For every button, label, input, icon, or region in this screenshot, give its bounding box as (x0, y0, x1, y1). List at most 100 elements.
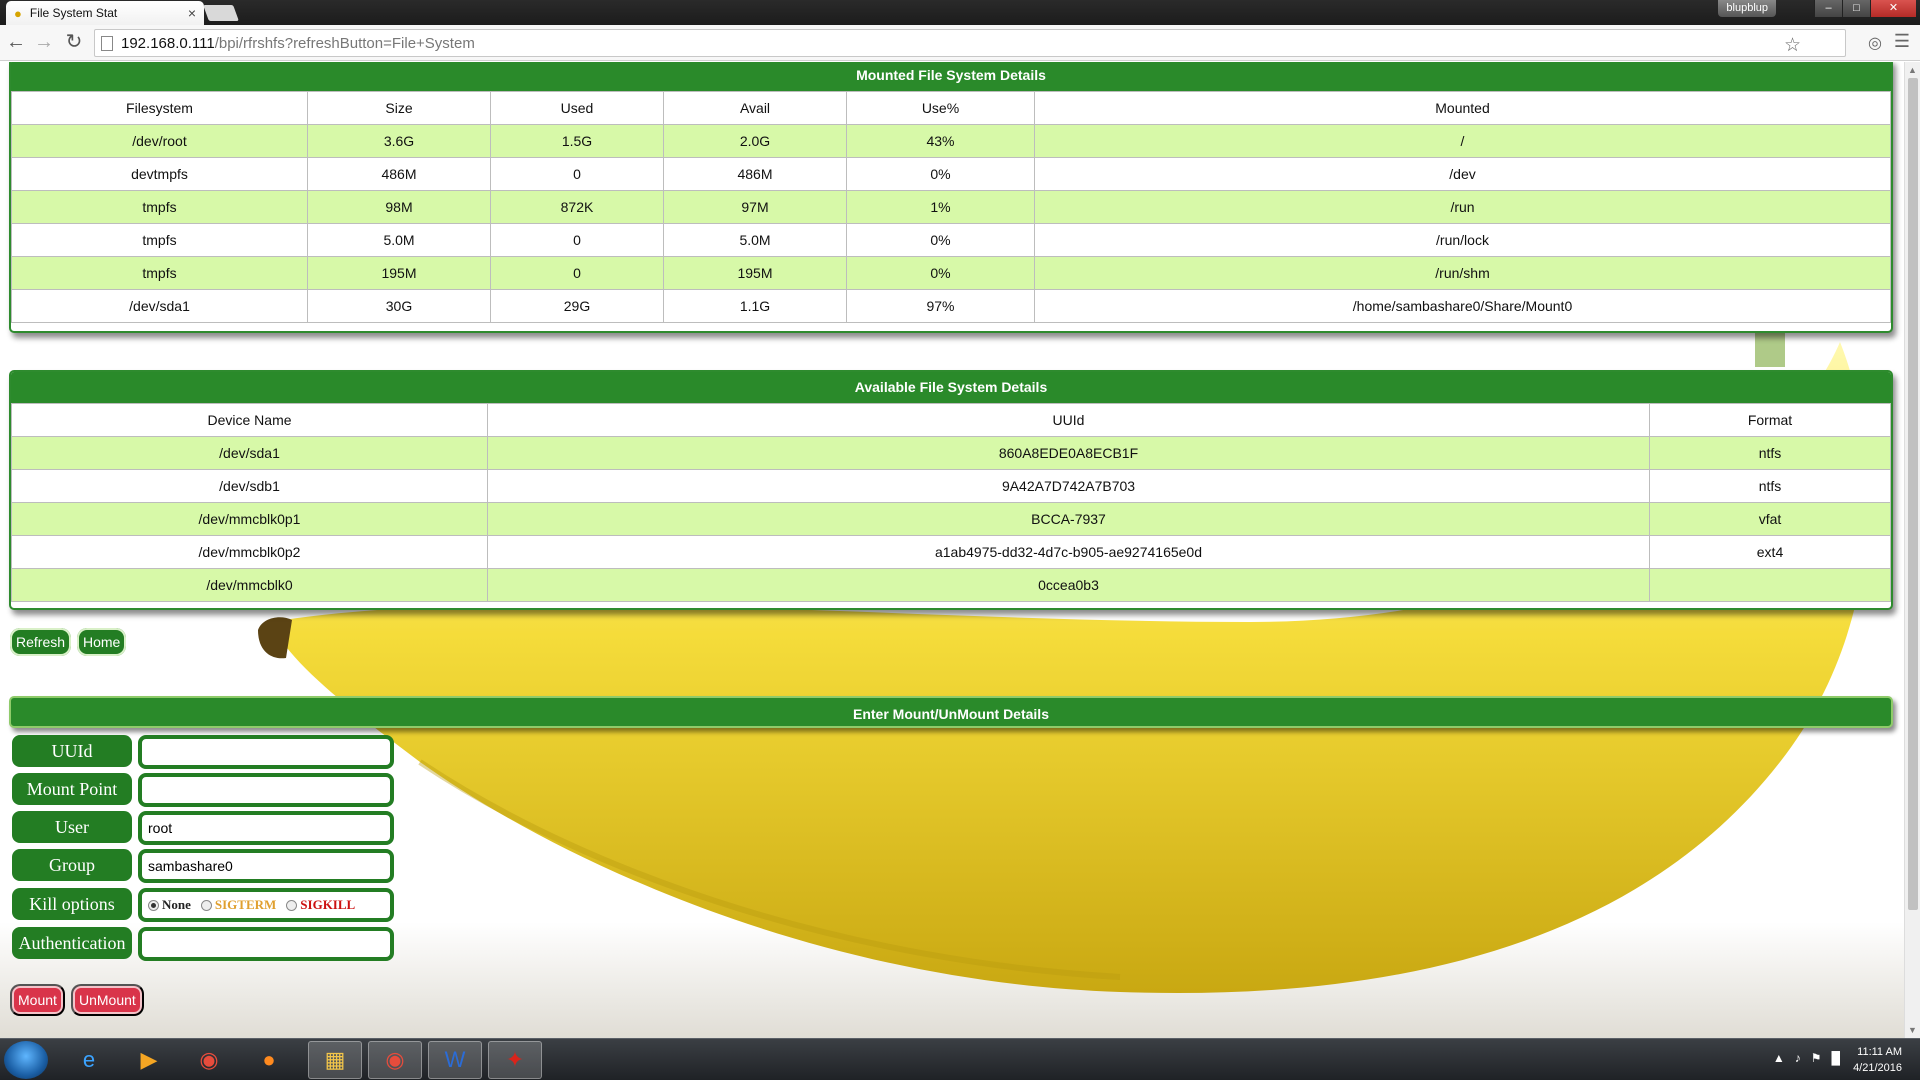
table-cell: tmpfs (11, 190, 308, 224)
scrollbar-thumb[interactable] (1908, 78, 1918, 910)
table-cell: a1ab4975-dd32-4d7c-b905-ae9274165e0d (487, 535, 1650, 569)
table-cell: /run (1034, 190, 1891, 224)
table-cell: 43% (846, 124, 1035, 158)
table-cell (1649, 568, 1891, 602)
table-row: /dev/root 3.6G 1.5G 2.0G 43% / (11, 124, 1891, 158)
table-row: tmpfs 98M 872K 97M 1% /run (11, 190, 1891, 224)
internet-explorer-icon[interactable]: e (62, 1041, 116, 1079)
table-cell: /home/sambashare0/Share/Mount0 (1034, 289, 1891, 323)
kill-options-label: Kill options (12, 888, 132, 920)
table-row: /dev/mmcblk0 0ccea0b3 (11, 568, 1891, 602)
kill-none-radio[interactable] (148, 899, 159, 911)
table-cell: 0% (846, 157, 1035, 191)
address-bar[interactable]: 192.168.0.111/bpi/rfrshfs?refreshButton=… (94, 29, 1846, 57)
page-content: Mounted File System Details Filesystem S… (0, 62, 1904, 1038)
page-icon (101, 35, 113, 51)
table-row: /dev/sda1 860A8EDE0A8ECB1F ntfs (11, 436, 1891, 470)
close-window-icon[interactable]: ✕ (1870, 0, 1916, 17)
vertical-scrollbar[interactable]: ▲ ▼ (1904, 62, 1920, 1038)
kill-sigterm-radio[interactable] (200, 899, 212, 911)
scroll-up-icon[interactable]: ▲ (1908, 65, 1917, 75)
table-cell: /dev/sda1 (11, 436, 488, 470)
clock-time: 11:11 AM (1857, 1046, 1902, 1058)
kill-sigterm-label: SIGTERM (214, 897, 277, 912)
kill-sigkill-label: SIGKILL (300, 897, 356, 912)
scroll-down-icon[interactable]: ▼ (1908, 1025, 1917, 1035)
firefox-icon[interactable]: ● (242, 1041, 296, 1079)
mounted-fs-panel: Mounted File System Details Filesystem S… (9, 62, 1893, 333)
table-cell: vfat (1649, 502, 1891, 536)
table-cell: 1.1G (663, 289, 847, 323)
mounted-fs-table: Filesystem Size Used Avail Use% Mounted … (11, 91, 1891, 323)
table-row: tmpfs 5.0M 0 5.0M 0% /run/lock (11, 223, 1891, 257)
table-cell: 0 (490, 157, 664, 191)
maximize-icon[interactable]: □ (1842, 0, 1870, 17)
profile-badge[interactable]: blupblup (1718, 0, 1776, 17)
table-cell: 5.0M (663, 223, 847, 257)
user-input[interactable] (138, 811, 394, 845)
table-cell: tmpfs (11, 223, 308, 257)
table-cell: /dev (1034, 157, 1891, 191)
table-cell: 0% (846, 223, 1035, 257)
start-button-icon[interactable] (4, 1041, 48, 1079)
new-tab-button[interactable] (203, 5, 239, 21)
mount-button[interactable]: Mount (10, 984, 65, 1016)
forward-arrow-icon[interactable]: → (32, 31, 56, 55)
table-cell: 29G (490, 289, 664, 323)
table-cell: 2.0G (663, 124, 847, 158)
table-cell: 9A42A7D742A7B703 (487, 469, 1650, 503)
back-arrow-icon[interactable]: ← (4, 31, 28, 55)
table-cell: tmpfs (11, 256, 308, 290)
media-player-icon[interactable]: ▶ (122, 1041, 176, 1079)
table-row: /dev/mmcblk0p1 BCCA-7937 vfat (11, 502, 1891, 536)
column-header: Size (307, 91, 491, 125)
chrome-active-icon[interactable]: ◉ (368, 1041, 422, 1079)
table-cell: / (1034, 124, 1891, 158)
refresh-button[interactable]: Refresh (10, 628, 72, 656)
browser-tab[interactable]: ● File System Stat × (6, 1, 204, 25)
available-fs-title: Available File System Details (11, 372, 1891, 403)
file-explorer-icon[interactable]: ▦ (308, 1041, 362, 1079)
kill-options-group: None SIGTERM SIGKILL (138, 888, 394, 922)
home-button[interactable]: Home (77, 628, 127, 656)
column-header: Mounted (1034, 91, 1891, 125)
column-header: Used (490, 91, 664, 125)
mount-point-label: Mount Point (12, 773, 132, 805)
taskbar-clock[interactable]: 11:11 AM 4/21/2016 (1853, 1044, 1902, 1076)
minimize-icon[interactable]: – (1814, 0, 1842, 17)
column-header: Filesystem (11, 91, 308, 125)
available-fs-panel: Available File System Details Device Nam… (9, 370, 1893, 610)
extension-icon[interactable]: ◎ (1868, 33, 1882, 53)
uuid-input[interactable] (138, 735, 394, 769)
tab-close-icon[interactable]: × (188, 5, 196, 21)
banana-favicon-icon: ● (14, 5, 22, 21)
word-icon[interactable]: W (428, 1041, 482, 1079)
acrobat-icon[interactable]: ✦ (488, 1041, 542, 1079)
group-label: Group (12, 849, 132, 881)
tab-title: File System Stat (29, 6, 118, 20)
system-tray-icons[interactable]: ▲♪⚑█ (1773, 1051, 1850, 1065)
authentication-input[interactable] (138, 927, 394, 961)
table-cell: 97% (846, 289, 1035, 323)
table-cell: 98M (307, 190, 491, 224)
browser-toolbar: ← → ↻ 192.168.0.111/bpi/rfrshfs?refreshB… (0, 25, 1920, 61)
chrome-icon[interactable]: ◉ (182, 1041, 236, 1079)
table-cell: 860A8EDE0A8ECB1F (487, 436, 1650, 470)
mount-point-input[interactable] (138, 773, 394, 807)
bookmark-star-icon[interactable]: ☆ (1784, 34, 1801, 57)
table-cell: /dev/sda1 (11, 289, 308, 323)
table-cell: 30G (307, 289, 491, 323)
clock-date: 4/21/2016 (1853, 1062, 1902, 1074)
unmount-button[interactable]: UnMount (71, 984, 144, 1016)
table-cell: 486M (663, 157, 847, 191)
kill-sigkill-radio[interactable] (286, 899, 298, 911)
table-cell: 5.0M (307, 223, 491, 257)
table-cell: /run/shm (1034, 256, 1891, 290)
reload-icon[interactable]: ↻ (62, 31, 86, 55)
group-input[interactable] (138, 849, 394, 883)
mounted-fs-title: Mounted File System Details (11, 62, 1891, 91)
menu-icon[interactable]: ☰ (1894, 31, 1910, 52)
table-cell: /dev/mmcblk0p2 (11, 535, 488, 569)
uuid-label: UUId (12, 735, 132, 767)
table-row: tmpfs 195M 0 195M 0% /run/shm (11, 256, 1891, 290)
